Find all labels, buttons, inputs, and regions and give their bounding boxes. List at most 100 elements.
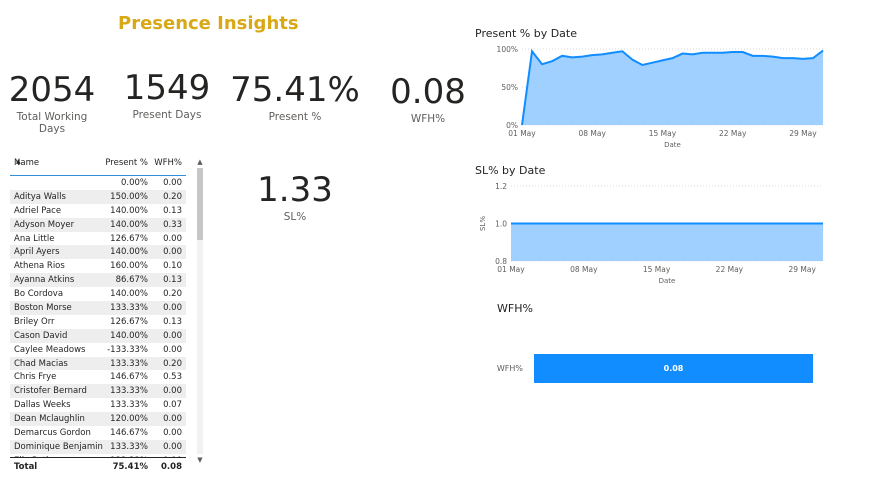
cell-name: April Ayers: [14, 247, 60, 258]
kpi-value: 1549: [123, 68, 211, 108]
cell-name: Dominique Benjamin: [14, 441, 103, 452]
cell-name: Dallas Weeks: [14, 400, 71, 411]
page-title: Presence Insights: [118, 13, 299, 34]
kpi-present-days: 1549 Present Days: [118, 68, 216, 121]
cell-present-pct: 126.67%: [110, 316, 148, 327]
cell-present-pct: 133.33%: [110, 441, 148, 452]
cell-wfh: 0.20: [163, 289, 182, 300]
present-pct-area-chart[interactable]: 0%50%100%01 May 08 May 15 May 22 May 29 MayD…: [472, 40, 832, 150]
cell-wfh: 0.00: [163, 233, 182, 244]
table-header: Name ▲ Present % WFH%: [10, 156, 186, 176]
cell-name: Boston Morse: [14, 303, 72, 314]
column-header-wfh[interactable]: WFH%: [154, 158, 182, 168]
kpi-label: Present %: [268, 111, 322, 123]
cell-present-pct: 140.00%: [110, 205, 148, 216]
scroll-thumb[interactable]: [197, 168, 203, 240]
table-row[interactable]: Chris Frye 146.67% 0.53: [10, 370, 186, 384]
wfh-bar-chart[interactable]: WFH% 0.08: [490, 345, 830, 391]
cell-wfh: 0.10: [163, 261, 182, 272]
table-row[interactable]: Dominique Benjamin 133.33% 0.00: [10, 439, 186, 454]
cell-name: Demarcus Gordon: [14, 428, 91, 439]
sl-pct-area-chart[interactable]: 0.81.01.201 May 08 May 15 May 22 May 29 MayD…: [472, 178, 832, 288]
table-scrollbar[interactable]: ▲ ▼: [196, 158, 204, 464]
cell-name: Chris Frye: [14, 372, 57, 383]
kpi-label: SL%: [283, 211, 307, 223]
cell-name: Cason David: [14, 330, 68, 341]
x-tick-label: 29 May: [788, 265, 816, 274]
cell-wfh: 0.53: [163, 372, 182, 383]
cell-name: Chad Macias: [14, 358, 68, 369]
cell-present-pct: 160.00%: [110, 261, 148, 272]
table-row[interactable]: Chad Macias 133.33% 0.20: [10, 356, 186, 371]
cell-present-pct: 0.00%: [120, 178, 148, 188]
table-body: 0.00% 0.00 Aditya Walls 150.00% 0.20 Adriel P…: [10, 176, 196, 457]
x-tick-label: 22 May: [716, 265, 744, 274]
cell-present-pct: 140.00%: [110, 247, 148, 258]
table-row[interactable]: Boston Morse 133.33% 0.00: [10, 301, 186, 315]
cell-wfh: 0.00: [163, 386, 182, 397]
kpi-sl: 1.33 SL%: [250, 170, 340, 223]
cell-present-pct: -133.33%: [107, 344, 148, 355]
area-fill: [511, 223, 823, 261]
cell-name: Aditya Walls: [14, 191, 66, 202]
x-tick-label: 01 May: [508, 129, 536, 138]
cell-wfh: 0.00: [163, 344, 182, 355]
cell-wfh: 0.00: [163, 414, 182, 425]
cell-present-pct: 133.33%: [110, 400, 148, 411]
scroll-track[interactable]: [197, 168, 203, 454]
table-row[interactable]: April Ayers 140.00% 0.00: [10, 245, 186, 260]
table-row[interactable]: Cason David 140.00% 0.00: [10, 328, 186, 343]
x-tick-label: 01 May: [497, 265, 525, 274]
kpi-value: 75.41%: [230, 70, 360, 110]
y-tick-label: 50%: [501, 83, 518, 92]
cell-wfh: 0.07: [163, 400, 182, 411]
cell-name: Briley Orr: [14, 316, 55, 327]
kpi-value: 1.33: [257, 170, 333, 210]
bar-category-label: WFH%: [497, 364, 524, 373]
total-wfh: 0.08: [161, 462, 182, 472]
table-row[interactable]: Ana Little 126.67% 0.00: [10, 232, 186, 246]
table-row[interactable]: Dean Mclaughlin 120.00% 0.00: [10, 412, 186, 427]
kpi-value: 0.08: [390, 72, 466, 112]
cell-wfh: 0.00: [163, 330, 182, 341]
table-row[interactable]: Adriel Pace 140.00% 0.13: [10, 204, 186, 218]
y-tick-label: 1.2: [495, 182, 507, 191]
kpi-label: Present Days: [132, 109, 202, 121]
table-row[interactable]: 0.00% 0.00: [10, 176, 186, 190]
table-row[interactable]: Caylee Meadows -133.33% 0.00: [10, 343, 186, 357]
cell-name: Bo Cordova: [14, 289, 64, 300]
cell-present-pct: 133.33%: [110, 358, 148, 369]
cell-present-pct: 140.00%: [110, 330, 148, 341]
x-axis-title: Date: [659, 277, 676, 285]
cell-name: Dean Mclaughlin: [14, 414, 85, 425]
sort-ascending-icon[interactable]: ▲: [16, 158, 21, 165]
scroll-up-icon[interactable]: ▲: [196, 158, 204, 166]
scroll-down-icon[interactable]: ▼: [196, 456, 204, 464]
cell-present-pct: 140.00%: [110, 219, 148, 230]
cell-wfh: 0.00: [163, 247, 182, 258]
kpi-wfh: 0.08 WFH%: [384, 72, 472, 125]
table-row[interactable]: Dallas Weeks 133.33% 0.07: [10, 398, 186, 412]
y-axis-title: SL%: [479, 216, 487, 231]
cell-wfh: 0.00: [163, 428, 182, 439]
table-row[interactable]: Cristofer Bernard 133.33% 0.00: [10, 384, 186, 399]
table-row[interactable]: Briley Orr 126.67% 0.13: [10, 315, 186, 329]
table-row[interactable]: Bo Cordova 140.00% 0.20: [10, 287, 186, 301]
table-row[interactable]: Demarcus Gordon 146.67% 0.00: [10, 426, 186, 440]
wfh-chart-title: WFH%: [497, 302, 533, 315]
x-tick-label: 22 May: [719, 129, 747, 138]
cell-wfh: 0.00: [163, 303, 182, 314]
cell-name: Athena Rios: [14, 261, 65, 272]
x-tick-label: 15 May: [649, 129, 677, 138]
employee-table: Name ▲ Present % WFH% 0.00% 0.00 Aditya Wa…: [10, 156, 206, 476]
sl-chart-title: SL% by Date: [475, 164, 546, 177]
total-label: Total: [14, 462, 38, 472]
y-tick-label: 100%: [497, 45, 518, 54]
table-row[interactable]: Ayanna Atkins 86.67% 0.13: [10, 273, 186, 288]
table-row[interactable]: Aditya Walls 150.00% 0.20: [10, 189, 186, 204]
table-row[interactable]: Adyson Moyer 140.00% 0.33: [10, 217, 186, 232]
kpi-label: Total Working Days: [16, 111, 88, 135]
table-row[interactable]: Athena Rios 160.00% 0.10: [10, 259, 186, 273]
column-header-present-pct[interactable]: Present %: [105, 158, 148, 168]
cell-name: Ana Little: [14, 233, 55, 244]
